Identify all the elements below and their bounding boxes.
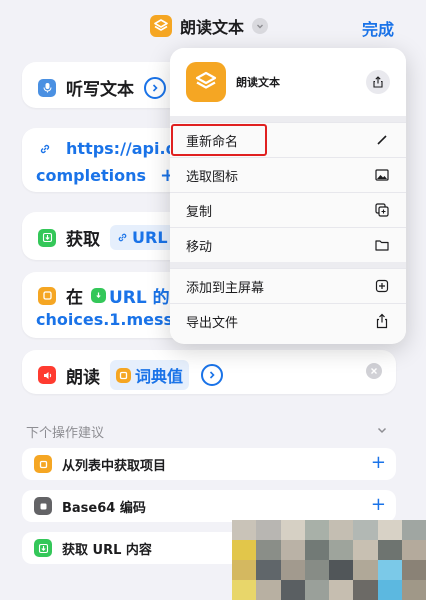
- link-icon: [118, 233, 127, 242]
- action-preposition: 在: [66, 288, 83, 308]
- add-square-icon: [375, 279, 389, 293]
- image-icon: [375, 169, 389, 181]
- shortcut-context-menu: 朗读文本 重新命名 选取图标 复制 移动 添加到主屏幕 导出文件: [170, 48, 406, 344]
- chevron-down-icon[interactable]: [252, 18, 269, 34]
- menu-item-label: 导出文件: [186, 316, 239, 331]
- action-verb: 获取: [66, 230, 100, 250]
- action-label: 听写文本: [66, 80, 134, 100]
- menu-item-move[interactable]: 移动: [170, 227, 406, 263]
- url-variable-token[interactable]: URL: [110, 225, 175, 250]
- menu-header: 朗读文本: [170, 48, 406, 116]
- shortcut-title-button[interactable]: 朗读文本: [150, 12, 269, 40]
- action-speak-text[interactable]: 朗读 词典值: [22, 350, 396, 394]
- add-icon[interactable]: +: [371, 454, 386, 472]
- dictionary-icon: [38, 286, 56, 305]
- folder-icon: [375, 240, 389, 251]
- list-icon: [34, 455, 52, 473]
- link-icon: [36, 140, 54, 158]
- menu-item-choose-icon[interactable]: 选取图标: [170, 157, 406, 193]
- expand-chevron-icon[interactable]: [201, 364, 224, 386]
- pencil-icon: [377, 135, 387, 145]
- done-button[interactable]: 完成: [362, 16, 394, 40]
- speaker-icon: [38, 366, 56, 384]
- microphone-icon: [38, 78, 56, 97]
- suggestion-label: 从列表中获取项目: [62, 458, 167, 474]
- encode-icon: [34, 497, 52, 515]
- url-path-value[interactable]: completions: [36, 166, 146, 185]
- menu-item-label: 移动: [186, 240, 213, 255]
- token-label: 词典值: [135, 367, 184, 386]
- suggestion-label: 获取 URL 内容: [62, 542, 152, 558]
- share-icon[interactable]: [366, 70, 390, 94]
- suggestions-header: 下个操作建议: [26, 422, 396, 441]
- export-icon: [376, 313, 388, 329]
- menu-item-add-to-home[interactable]: 添加到主屏幕: [170, 268, 406, 304]
- action-verb: 朗读: [66, 367, 100, 388]
- menu-item-label: 选取图标: [186, 170, 239, 185]
- menu-item-export-file[interactable]: 导出文件: [170, 303, 406, 339]
- expand-chevron-icon[interactable]: [144, 76, 166, 99]
- token-label: URL: [132, 228, 168, 247]
- download-icon: [91, 288, 106, 303]
- menu-item-duplicate[interactable]: 复制: [170, 192, 406, 228]
- dictionary-value-token[interactable]: 词典值: [110, 360, 190, 390]
- menu-shortcut-name: 朗读文本: [236, 76, 280, 89]
- remove-action-icon[interactable]: [366, 363, 382, 379]
- pixelated-overlay: [232, 520, 426, 600]
- rename-highlight-box: [171, 124, 267, 156]
- download-icon: [34, 539, 52, 557]
- suggestions-title: 下个操作建议: [26, 426, 105, 441]
- download-icon: [38, 228, 56, 247]
- layers-icon: [186, 62, 226, 102]
- suggestion-item[interactable]: Base64 编码 +: [22, 490, 396, 522]
- suggestion-item[interactable]: 从列表中获取项目 +: [22, 448, 396, 480]
- dictionary-icon: [116, 367, 131, 383]
- add-icon[interactable]: +: [371, 496, 386, 514]
- navigation-bar: 朗读文本 完成: [0, 0, 426, 52]
- duplicate-icon: [375, 203, 389, 217]
- page-title: 朗读文本: [180, 18, 245, 37]
- suggestion-label: Base64 编码: [62, 500, 146, 516]
- menu-item-label: 添加到主屏幕: [186, 281, 265, 296]
- chevron-down-icon[interactable]: [376, 424, 388, 436]
- layers-icon: [150, 15, 172, 37]
- menu-item-label: 复制: [186, 205, 213, 220]
